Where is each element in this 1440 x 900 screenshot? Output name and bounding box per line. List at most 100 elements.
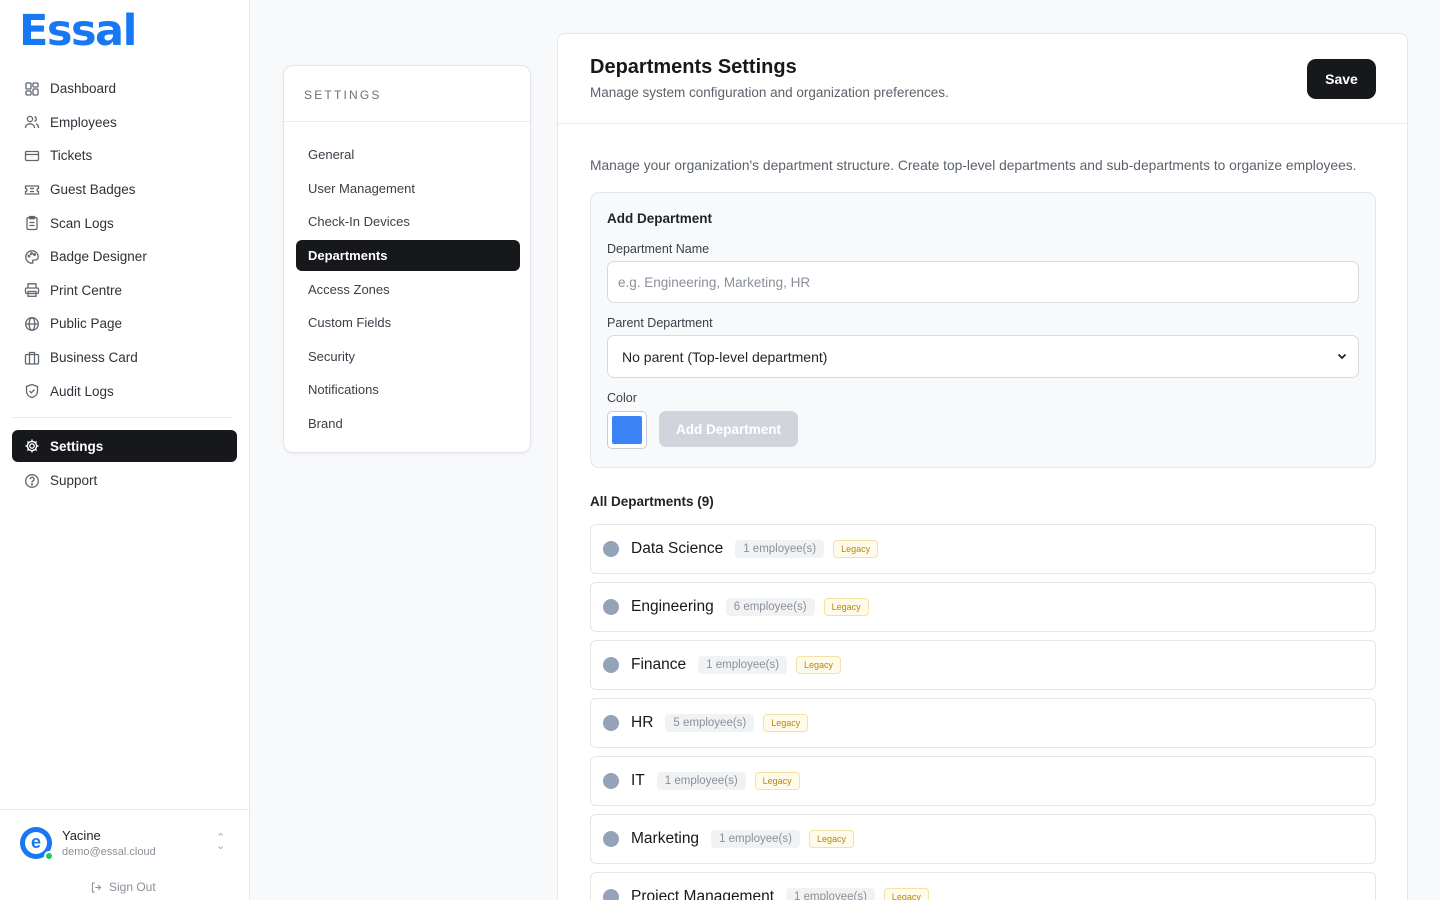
department-color-dot: [603, 599, 619, 615]
sidebar-item-scan-logs[interactable]: Scan Logs: [12, 206, 237, 240]
department-row[interactable]: Finance 1 employee(s) Legacy: [590, 640, 1376, 690]
sign-out-icon: [91, 882, 102, 892]
sidebar-item-audit-logs[interactable]: Audit Logs: [12, 374, 237, 408]
employee-count-badge: 1 employee(s): [711, 830, 800, 848]
sidebar-item-label: Dashboard: [50, 81, 117, 97]
color-swatch-fill: [612, 416, 642, 444]
parent-department-value: No parent (Top-level department): [622, 348, 828, 365]
department-name: Data Science: [631, 540, 724, 557]
sidebar-item-print-centre[interactable]: Print Centre: [12, 274, 237, 308]
gear-icon: [23, 437, 41, 455]
section-description: Manage your organization's department st…: [590, 158, 1357, 173]
sidebar-item-guest-badges[interactable]: Guest Badges: [12, 173, 237, 207]
department-row[interactable]: HR 5 employee(s) Legacy: [590, 698, 1376, 748]
clipboard-icon: [23, 214, 41, 232]
sign-out-button[interactable]: Sign Out: [90, 880, 156, 894]
shield-icon: [23, 382, 41, 400]
dashboard-icon: [23, 80, 41, 98]
settings-tab-security[interactable]: Security: [296, 340, 520, 374]
legacy-badge: Legacy: [823, 598, 869, 616]
chevron-up-down-icon[interactable]: ⌃ ⌄: [216, 833, 225, 852]
settings-nav-list: General User Management Check-In Devices…: [296, 138, 520, 440]
sidebar-item-label: Settings: [50, 438, 104, 454]
settings-tab-departments[interactable]: Departments: [296, 239, 520, 271]
add-department-button[interactable]: Add Department: [659, 411, 798, 447]
settings-tab-general[interactable]: General: [296, 138, 520, 172]
user-email: demo@essal.cloud: [62, 846, 156, 858]
add-department-title: Add Department: [607, 211, 713, 226]
add-department-form: Add Department Department Name Parent De…: [590, 192, 1376, 468]
sidebar-item-label: Guest Badges: [50, 182, 136, 198]
department-name: Engineering: [631, 598, 714, 615]
sidebar-item-label: Business Card: [50, 350, 138, 366]
department-color-dot: [603, 541, 619, 557]
save-button[interactable]: Save: [1307, 59, 1376, 99]
department-row[interactable]: Engineering 6 employee(s) Legacy: [590, 582, 1376, 632]
parent-department-select[interactable]: No parent (Top-level department): [607, 335, 1359, 378]
legacy-badge: Legacy: [833, 540, 879, 558]
avatar-initial: e: [25, 832, 47, 854]
employee-count-badge: 1 employee(s): [698, 656, 788, 674]
users-icon: [23, 113, 41, 131]
department-row[interactable]: Marketing 1 employee(s) Legacy: [590, 814, 1376, 864]
sidebar-item-dashboard[interactable]: Dashboard: [12, 72, 237, 106]
settings-tab-access-zones[interactable]: Access Zones: [296, 272, 520, 306]
department-name: IT: [631, 772, 645, 789]
user-profile[interactable]: e Yacine demo@essal.cloud ⌃ ⌄ Sign Out: [0, 809, 250, 900]
palette-icon: [23, 248, 41, 266]
header-divider: [558, 123, 1407, 124]
legacy-badge: Legacy: [883, 888, 929, 900]
sidebar-item-label: Tickets: [50, 148, 93, 164]
department-row[interactable]: Data Science 1 employee(s) Legacy: [590, 524, 1376, 574]
sidebar-item-settings[interactable]: Settings: [12, 430, 237, 462]
secondary-nav: Settings Support: [12, 430, 237, 498]
printer-icon: [23, 281, 41, 299]
sidebar-item-badge-designer[interactable]: Badge Designer: [12, 240, 237, 274]
sidebar-item-label: Employees: [50, 114, 117, 130]
settings-tab-notifications[interactable]: Notifications: [296, 373, 520, 407]
department-color-dot: [603, 889, 619, 900]
color-label: Color: [607, 391, 637, 405]
department-color-dot: [603, 657, 619, 673]
page-title: Departments Settings: [590, 56, 797, 78]
sidebar-item-support[interactable]: Support: [12, 464, 237, 498]
app-logo[interactable]: Essal: [19, 6, 137, 56]
employee-count-badge: 1 employee(s): [656, 772, 746, 790]
department-name: Finance: [631, 656, 687, 673]
employee-count-badge: 1 employee(s): [735, 540, 825, 558]
department-name: HR: [631, 714, 654, 731]
legacy-badge: Legacy: [808, 830, 854, 848]
sign-out-label: Sign Out: [109, 880, 156, 894]
department-name: Marketing: [631, 830, 700, 847]
nav-divider: [12, 417, 232, 418]
legacy-badge: Legacy: [763, 714, 809, 732]
briefcase-icon: [23, 349, 41, 367]
sidebar-item-business-card[interactable]: Business Card: [12, 341, 237, 375]
settings-nav: SETTINGS General User Management Check-I…: [283, 65, 531, 453]
sidebar-item-label: Public Page: [50, 316, 123, 332]
department-row[interactable]: Project Management 1 employee(s) Legacy: [590, 872, 1376, 900]
color-picker[interactable]: [607, 411, 647, 449]
settings-tab-user-management[interactable]: User Management: [296, 172, 520, 206]
settings-tab-check-in-devices[interactable]: Check-In Devices: [296, 205, 520, 239]
sidebar-item-tickets[interactable]: Tickets: [12, 139, 237, 173]
sidebar: Essal Dashboard Employees Tickets Guest …: [0, 0, 250, 900]
department-name: Project Management: [631, 888, 775, 900]
parent-department-label: Parent Department: [607, 316, 713, 330]
employee-count-badge: 6 employee(s): [725, 598, 815, 616]
sidebar-item-public-page[interactable]: Public Page: [12, 307, 237, 341]
department-row[interactable]: IT 1 employee(s) Legacy: [590, 756, 1376, 806]
department-color-dot: [603, 773, 619, 789]
chevron-down-icon: [1337, 353, 1347, 360]
settings-tab-brand[interactable]: Brand: [296, 407, 520, 441]
settings-tab-custom-fields[interactable]: Custom Fields: [296, 306, 520, 340]
sidebar-item-label: Support: [50, 473, 98, 489]
globe-icon: [23, 315, 41, 333]
sidebar-item-employees[interactable]: Employees: [12, 106, 237, 140]
departments-list-title: All Departments (9): [590, 494, 714, 509]
user-name: Yacine: [62, 828, 101, 843]
legacy-badge: Legacy: [796, 656, 842, 674]
page-subtitle: Manage system configuration and organiza…: [590, 85, 949, 100]
employee-count-badge: 1 employee(s): [786, 888, 875, 900]
department-name-input[interactable]: [607, 261, 1359, 303]
